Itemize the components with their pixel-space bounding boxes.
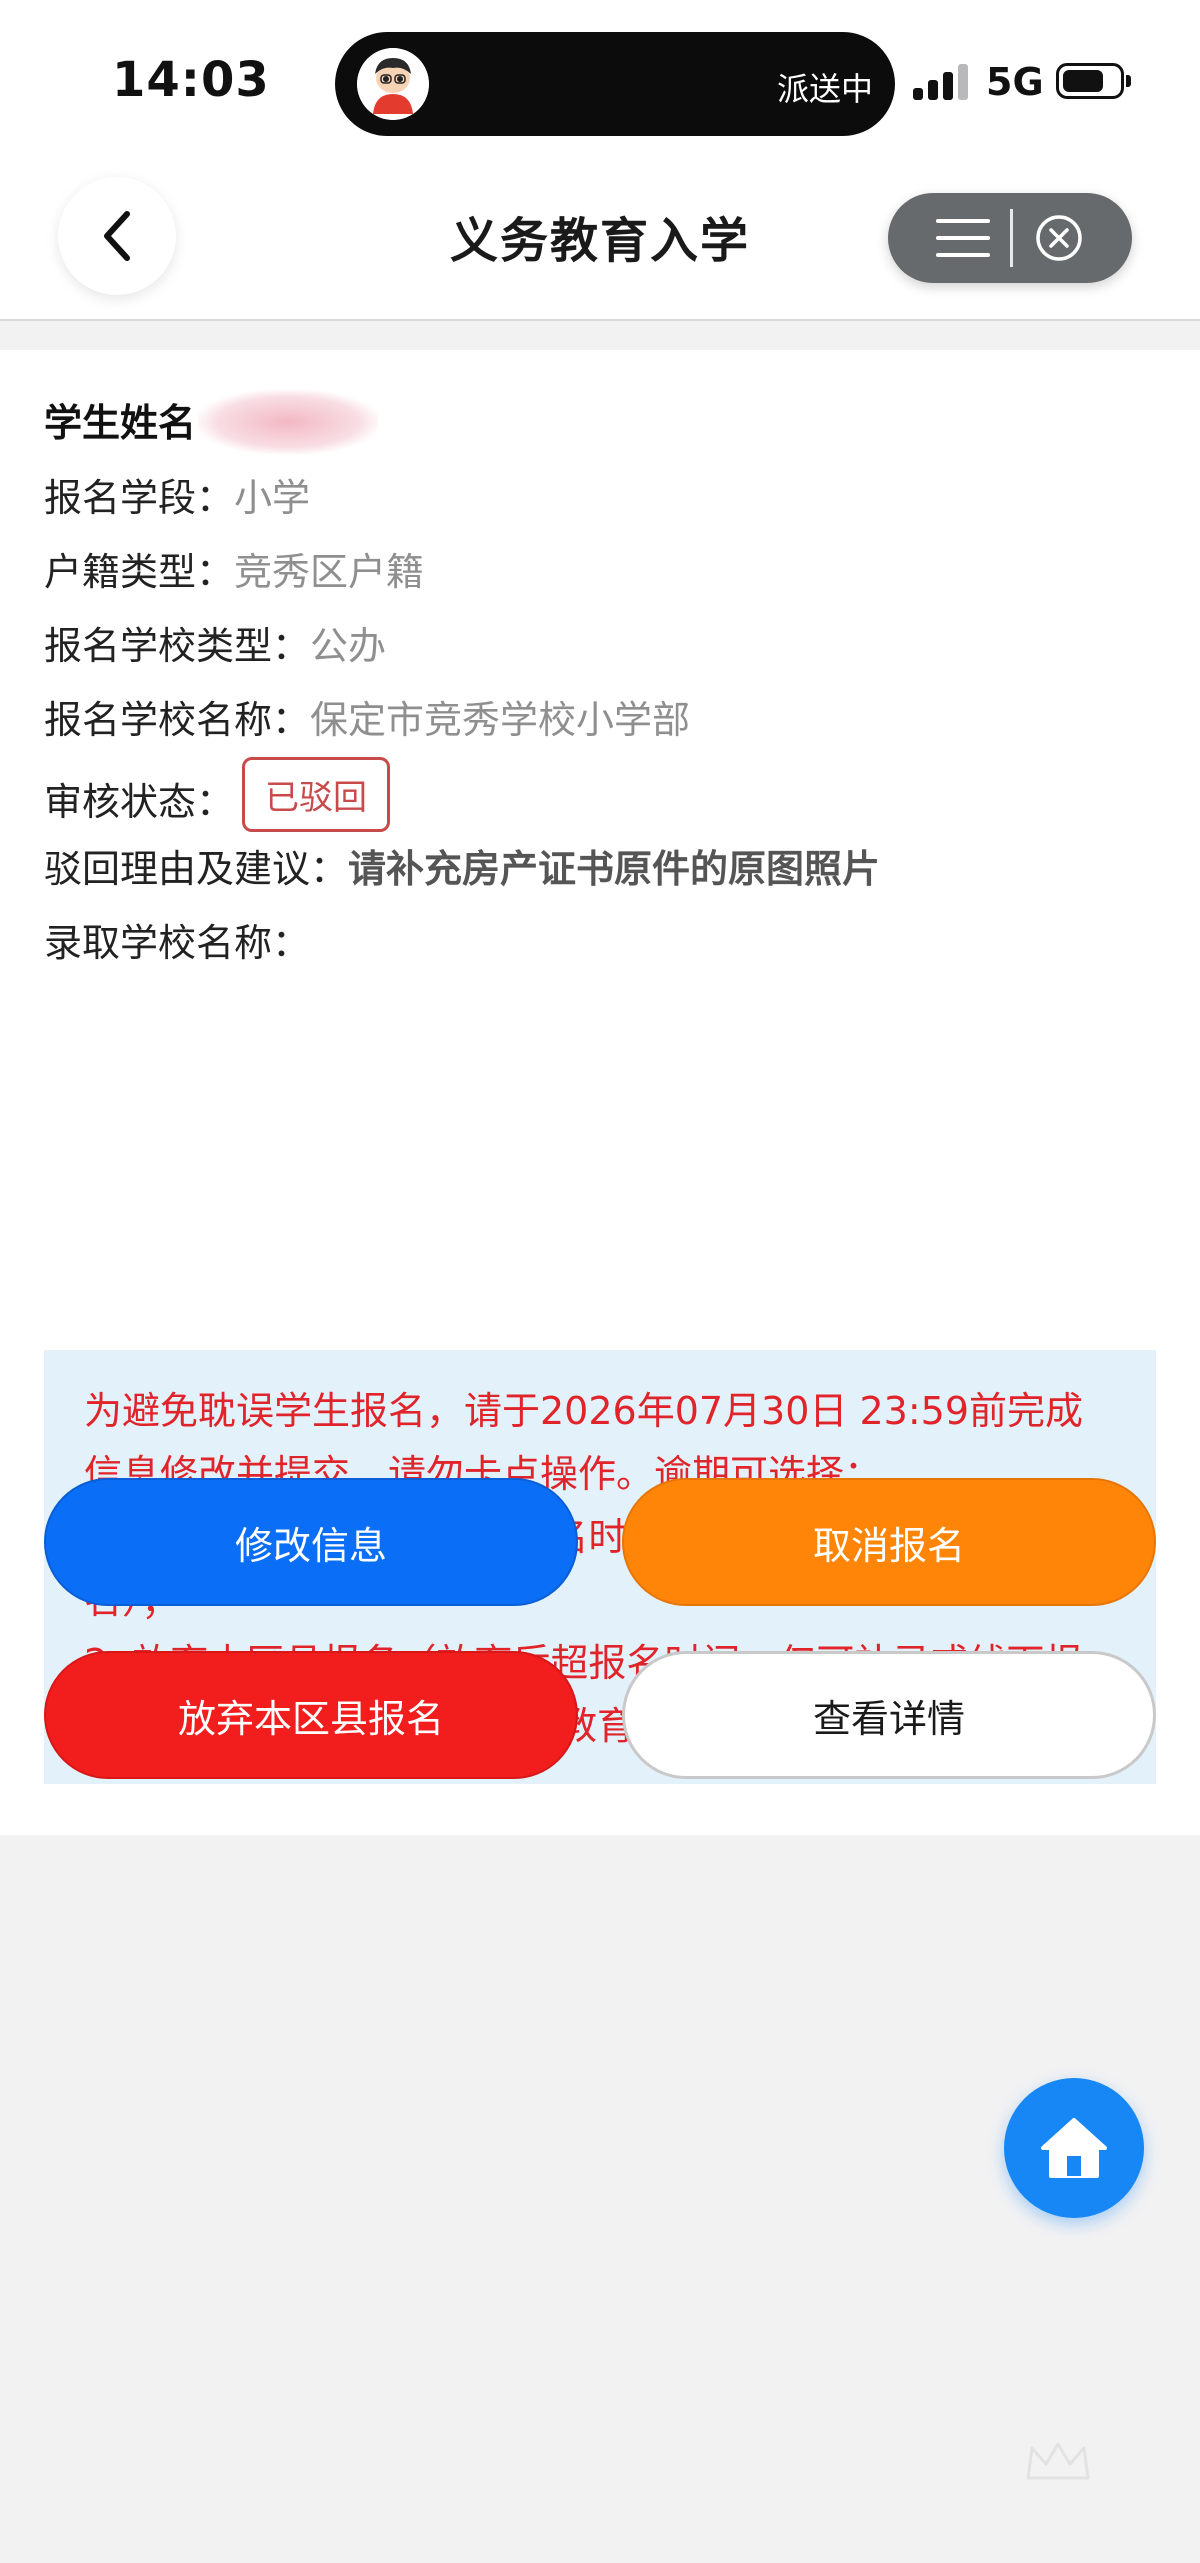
home-icon [1041, 2118, 1107, 2178]
status-bar: 14:03 派送中 5G [0, 0, 1200, 165]
signal-icon [913, 62, 973, 100]
delivery-avatar-icon [357, 48, 429, 120]
student-name-row: 学生姓名 [44, 389, 379, 458]
household-row: 户籍类型：竞秀区户籍 [44, 541, 424, 596]
close-circle-icon[interactable] [1034, 213, 1084, 263]
registration-card: 学生姓名 报名学段：小学 户籍类型：竞秀区户籍 报名学校类型：公办 报名学校名称… [0, 350, 1200, 1835]
reject-reason-row: 驳回理由及建议：请补充房产证书原件的原图照片 [44, 838, 880, 893]
school-type-label: 报名学校类型： [44, 624, 311, 668]
school-name-row: 报名学校名称：保定市竞秀学校小学部 [44, 689, 690, 744]
reject-reason-value: 请补充房产证书原件的原图照片 [348, 847, 881, 891]
status-badge: 已驳回 [242, 757, 391, 832]
capsule-divider [1010, 209, 1013, 267]
edit-info-button[interactable]: 修改信息 [44, 1478, 578, 1606]
school-type-value: 公办 [310, 624, 387, 668]
screen: 14:03 派送中 5G 义务教育入学 学生姓名 报名学段：小学 户籍类型：竞秀… [0, 0, 1200, 2563]
status-time: 14:03 [112, 52, 270, 108]
notice-line: 为避免耽误学生报名，请于2026年07月30日 23:59前完成 [84, 1389, 1084, 1433]
reject-reason-label: 驳回理由及建议： [44, 847, 349, 891]
network-type: 5G [986, 60, 1044, 104]
mini-program-capsule [888, 193, 1132, 283]
home-button[interactable] [1004, 2078, 1144, 2218]
review-status-row: 审核状态： 已驳回 [44, 757, 391, 838]
stage-label: 报名学段： [44, 476, 235, 520]
battery-icon [1056, 63, 1124, 99]
student-name-label: 学生姓名 [44, 401, 197, 445]
battery-tip [1126, 75, 1131, 87]
student-name-redacted [198, 389, 379, 454]
review-status-label: 审核状态： [44, 780, 235, 824]
school-type-row: 报名学校类型：公办 [44, 615, 386, 670]
island-status-text: 派送中 [776, 70, 873, 108]
cancel-registration-button[interactable]: 取消报名 [622, 1478, 1156, 1606]
school-name-label: 报名学校名称： [44, 698, 311, 742]
school-name-value: 保定市竞秀学校小学部 [310, 698, 691, 742]
stage-value: 小学 [234, 476, 311, 520]
household-label: 户籍类型： [44, 550, 235, 594]
nav-header: 义务教育入学 [0, 165, 1200, 321]
dynamic-island[interactable]: 派送中 [335, 32, 895, 136]
admission-school-row: 录取学校名称： [44, 912, 310, 967]
household-value: 竞秀区户籍 [234, 550, 425, 594]
view-details-button[interactable]: 查看详情 [622, 1651, 1156, 1779]
menu-icon[interactable] [936, 215, 990, 261]
admission-school-label: 录取学校名称： [44, 921, 311, 965]
stage-row: 报名学段：小学 [44, 467, 310, 522]
crown-watermark-icon [1026, 2442, 1090, 2480]
abandon-district-registration-button[interactable]: 放弃本区县报名 [44, 1651, 578, 1779]
